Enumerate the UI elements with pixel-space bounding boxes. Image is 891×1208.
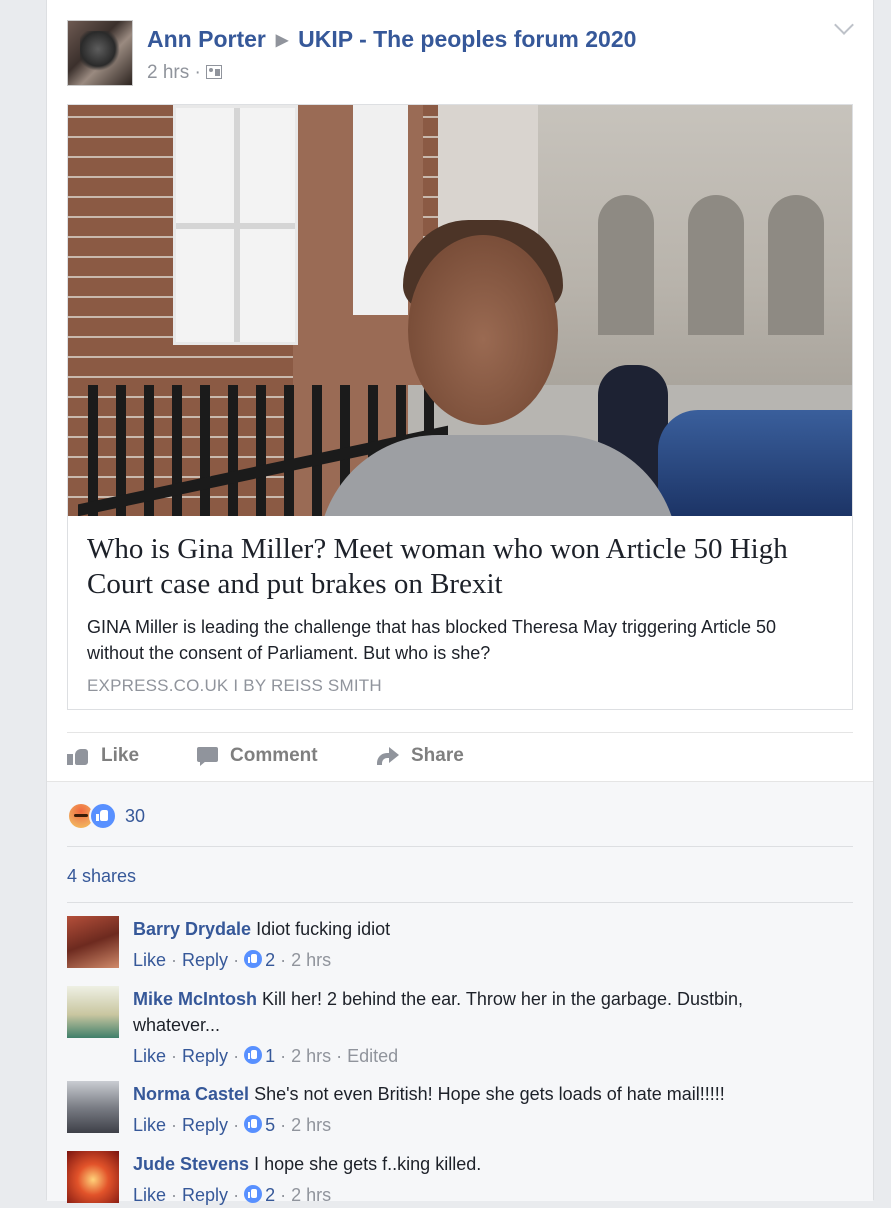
thumbs-up-icon (67, 747, 89, 765)
post-timestamp[interactable]: 2 hrs (147, 62, 189, 83)
comment-like-link[interactable]: Like (133, 950, 166, 970)
commenter-avatar[interactable] (67, 1081, 119, 1133)
divider (67, 902, 853, 903)
link-headline[interactable]: Who is Gina Miller? Meet woman who won A… (87, 532, 827, 602)
comment-meta: Like · Reply · 2 · 2 hrs (133, 950, 332, 970)
commenter-avatar[interactable] (67, 916, 119, 968)
comment-label: Comment (230, 745, 318, 766)
comment-like-count[interactable]: 5 (265, 1115, 275, 1135)
commenter-name[interactable]: Mike McIntosh (133, 989, 257, 1009)
shares-count[interactable]: 4 shares (67, 866, 136, 887)
commenter-name[interactable]: Jude Stevens (133, 1154, 249, 1174)
comment-edited-label[interactable]: Edited (347, 1046, 398, 1066)
feedback-section: 30 4 shares Barry Drydale Idiot fucking … (47, 781, 873, 1205)
link-summary: GINA Miller is leading the challenge tha… (87, 617, 777, 663)
comment-text: Idiot fucking idiot (256, 919, 391, 939)
comment-time[interactable]: 2 hrs (291, 1185, 331, 1205)
comment-bubble-icon (197, 746, 218, 766)
comment-reply-link[interactable]: Reply (182, 1046, 228, 1066)
like-count-icon (244, 1046, 263, 1064)
comment-meta: Like · Reply · 1 · 2 hrs · Edited (133, 1046, 399, 1066)
commenter-name[interactable]: Norma Castel (133, 1084, 249, 1104)
chevron-down-icon[interactable] (834, 15, 854, 35)
like-button[interactable]: Like (67, 745, 139, 767)
share-button[interactable]: Share (377, 745, 464, 767)
post-meta: 2 hrs · (147, 62, 222, 84)
comment-reply-link[interactable]: Reply (182, 950, 228, 970)
like-count-icon (244, 1185, 263, 1203)
comment-like-count[interactable]: 2 (265, 1185, 275, 1205)
commenter-avatar[interactable] (67, 986, 119, 1038)
photo-arch (598, 195, 654, 335)
comment-like-link[interactable]: Like (133, 1115, 166, 1135)
post-header: Ann Porter ▶ UKIP - The peoples forum 2020… (67, 15, 854, 88)
share-label: Share (411, 745, 464, 766)
comment-like-count[interactable]: 2 (265, 950, 275, 970)
comment-body: Mike McIntosh Kill her! 2 behind the ear… (133, 986, 823, 1069)
post-title-line: Ann Porter ▶ UKIP - The peoples forum 2020 (147, 26, 636, 53)
group-name-link[interactable]: UKIP - The peoples forum 2020 (298, 26, 636, 52)
comment-time[interactable]: 2 hrs (291, 1115, 331, 1135)
link-preview[interactable]: Who is Gina Miller? Meet woman who won A… (67, 104, 853, 710)
photo-subject-face (408, 235, 558, 425)
comment-reply-link[interactable]: Reply (182, 1185, 228, 1205)
commenter-name[interactable]: Barry Drydale (133, 919, 251, 939)
comment-text: I hope she gets f..king killed. (254, 1154, 482, 1174)
comment-meta: Like · Reply · 5 · 2 hrs (133, 1115, 332, 1135)
comment-body: Norma Castel She's not even British! Hop… (133, 1081, 823, 1138)
post-actions: Like Comment Share (67, 732, 853, 781)
link-preview-text[interactable]: Who is Gina Miller? Meet woman who won A… (68, 516, 852, 709)
link-byline: BY REISS SMITH (243, 676, 382, 695)
like-count-icon (244, 1115, 263, 1133)
photo-arch (688, 195, 744, 335)
reactions-summary[interactable]: 30 (67, 802, 145, 830)
comment-body: Barry Drydale Idiot fucking idiot Like ·… (133, 916, 823, 973)
photo-arch (768, 195, 824, 335)
photo-window (353, 105, 408, 315)
like-reaction-icon (89, 802, 117, 830)
source-separator: I (233, 676, 239, 695)
photo-car (658, 410, 852, 516)
link-domain: EXPRESS.CO.UK (87, 676, 229, 695)
comment-text: She's not even British! Hope she gets lo… (254, 1084, 725, 1104)
like-label: Like (101, 745, 140, 766)
like-count-icon (244, 950, 263, 968)
commenter-avatar[interactable] (67, 1151, 119, 1203)
share-arrow-icon (377, 747, 399, 765)
link-preview-image[interactable] (68, 105, 852, 516)
divider (67, 846, 853, 847)
group-members-icon[interactable] (205, 65, 222, 79)
comment-body: Jude Stevens I hope she gets f..king kil… (133, 1151, 823, 1208)
link-source: EXPRESS.CO.UK I BY REISS SMITH (87, 676, 382, 696)
reactions-count[interactable]: 30 (125, 806, 145, 827)
comment-like-link[interactable]: Like (133, 1185, 166, 1205)
author-name-link[interactable]: Ann Porter (147, 26, 266, 52)
author-avatar[interactable] (67, 20, 133, 86)
comment-time[interactable]: 2 hrs (291, 1046, 331, 1066)
comment-like-count[interactable]: 1 (265, 1046, 275, 1066)
comment-button[interactable]: Comment (197, 745, 318, 767)
photo-window (173, 105, 298, 345)
comment-reply-link[interactable]: Reply (182, 1115, 228, 1135)
feed-post: Ann Porter ▶ UKIP - The peoples forum 2020… (46, 0, 874, 1205)
comment-like-link[interactable]: Like (133, 1046, 166, 1066)
triangle-right-icon: ▶ (275, 32, 289, 49)
comment-meta: Like · Reply · 2 · 2 hrs (133, 1185, 332, 1205)
meta-separator: · (194, 62, 201, 83)
photo-building (538, 105, 852, 405)
comment-time[interactable]: 2 hrs (291, 950, 331, 970)
